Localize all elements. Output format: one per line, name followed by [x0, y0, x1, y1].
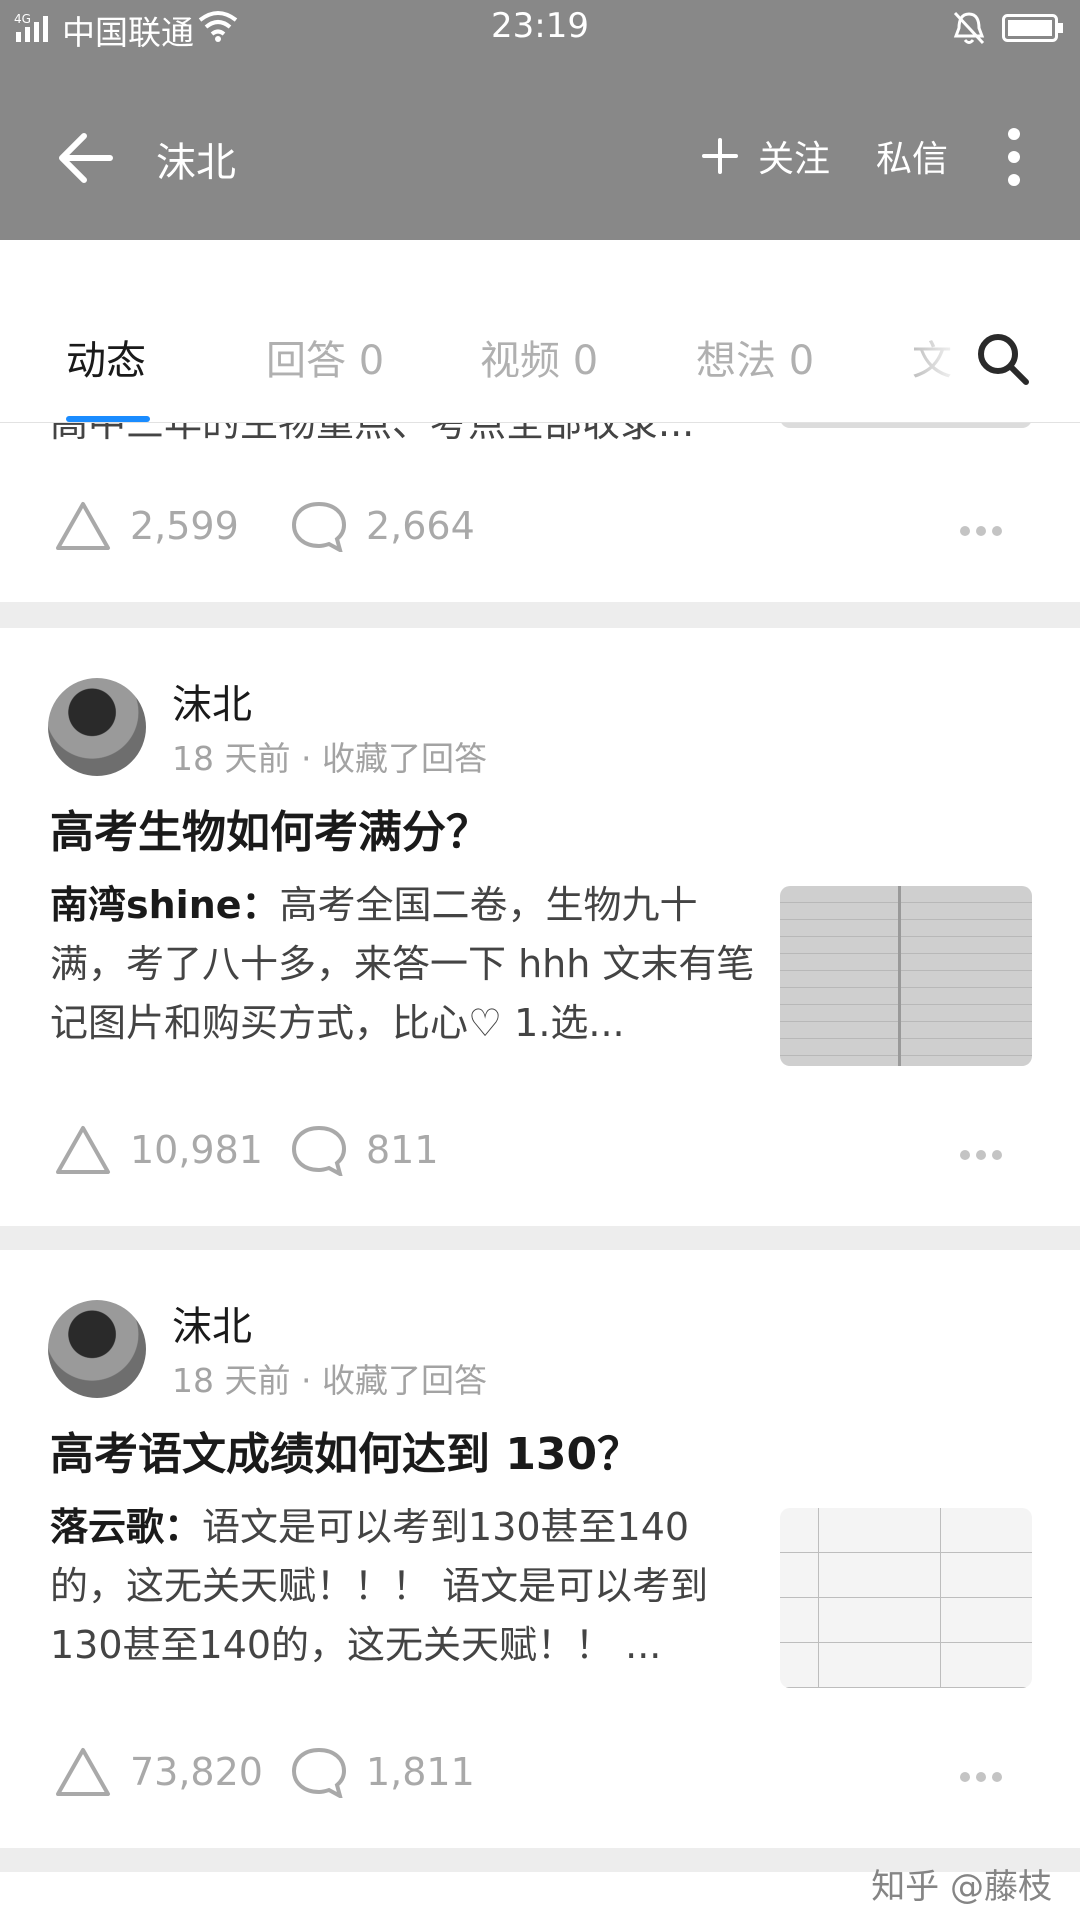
tab-fade: [900, 320, 980, 390]
card-actions: 73,820 1,811: [54, 1746, 1034, 1806]
top-bar: 4G 中国联通 23:19 沫北 关注 私信: [0, 0, 1080, 240]
comment-button[interactable]: 2,664: [290, 500, 475, 552]
avatar[interactable]: [48, 1300, 146, 1398]
activity-meta: 18 天前 · 收藏了回答: [172, 739, 487, 778]
author-name[interactable]: 沫北: [172, 1294, 252, 1352]
more-vertical-icon[interactable]: [1000, 126, 1028, 188]
upvote-count: 73,820: [130, 1750, 263, 1794]
comment-icon: [291, 501, 347, 552]
avatar[interactable]: [48, 678, 146, 776]
upvote-icon: [56, 1126, 110, 1174]
upvote-icon: [56, 502, 110, 550]
tab-activity[interactable]: 动态: [66, 328, 146, 386]
battery-icon: [1002, 14, 1063, 42]
upvote-count: 10,981: [130, 1128, 263, 1172]
answer-thumbnail[interactable]: [780, 1508, 1032, 1688]
question-title[interactable]: 高考生物如何考满分？: [50, 796, 1010, 860]
plus-icon: [702, 138, 738, 174]
activity-meta: 18 天前 · 收藏了回答: [172, 1361, 487, 1400]
app-bar: 沫北 关注 私信: [0, 90, 1080, 220]
message-button[interactable]: 私信: [876, 130, 948, 182]
tab-answers[interactable]: 回答 0: [266, 328, 384, 386]
answer-excerpt[interactable]: 落云歌：语文是可以考到130甚至140的，这无关天赋！！！ 语文是可以考到130…: [50, 1498, 756, 1675]
comment-icon: [291, 1747, 347, 1798]
feed-card[interactable]: 沫北 18 天前 · 收藏了回答 高考语文成绩如何达到 130？ 落云歌：语文是…: [0, 1250, 1080, 1848]
upvote-count: 2,599: [130, 504, 239, 548]
follow-label: 关注: [758, 139, 831, 180]
active-tab-indicator: [66, 416, 150, 422]
search-icon[interactable]: [976, 332, 1030, 386]
upvote-button[interactable]: 2,599: [54, 500, 239, 552]
tab-thoughts[interactable]: 想法 0: [696, 328, 814, 386]
upvote-button[interactable]: 73,820: [54, 1746, 263, 1798]
author-name[interactable]: 沫北: [172, 672, 252, 730]
comment-button[interactable]: 1,811: [290, 1746, 475, 1798]
comment-count: 2,664: [366, 504, 475, 548]
feed-card[interactable]: 沫北 18 天前 · 收藏了回答 高考生物如何考满分？ 南湾shine：高考全国…: [0, 628, 1080, 1226]
mute-bell-icon: [953, 11, 985, 45]
more-horizontal-icon[interactable]: [958, 1770, 1004, 1784]
answer-excerpt[interactable]: 南湾shine：高考全国二卷，生物九十满，考了八十多，来答一下 hhh 文末有笔…: [50, 876, 756, 1053]
comment-button[interactable]: 811: [290, 1124, 439, 1176]
clock: 23:19: [491, 6, 589, 46]
watermark: 知乎 @藤枝: [871, 1867, 1052, 1907]
upvote-button[interactable]: 10,981: [54, 1124, 263, 1176]
follow-button[interactable]: 关注: [700, 130, 830, 182]
status-bar: 4G 中国联通 23:19: [0, 0, 1080, 60]
comment-icon: [291, 1125, 347, 1176]
notebook-fold: [898, 886, 901, 1066]
answer-thumbnail[interactable]: [780, 886, 1032, 1066]
more-horizontal-icon[interactable]: [958, 524, 1004, 538]
answerer-name: 南湾shine：: [50, 883, 280, 927]
card-actions: 10,981 811: [54, 1124, 1034, 1184]
comment-count: 1,811: [366, 1750, 475, 1794]
tab-videos[interactable]: 视频 0: [480, 328, 598, 386]
more-horizontal-icon[interactable]: [958, 1148, 1004, 1162]
tab-bar: 动态 回答 0 视频 0 想法 0 文: [0, 240, 1080, 423]
question-title[interactable]: 高考语文成绩如何达到 130？: [50, 1418, 1010, 1482]
comment-count: 811: [366, 1128, 439, 1172]
card-actions: 2,599 2,664: [54, 500, 1034, 560]
answerer-name: 落云歌：: [50, 1505, 203, 1549]
profile-name: 沫北: [156, 140, 236, 186]
upvote-icon: [56, 1748, 110, 1796]
back-arrow-icon[interactable]: [54, 130, 114, 186]
